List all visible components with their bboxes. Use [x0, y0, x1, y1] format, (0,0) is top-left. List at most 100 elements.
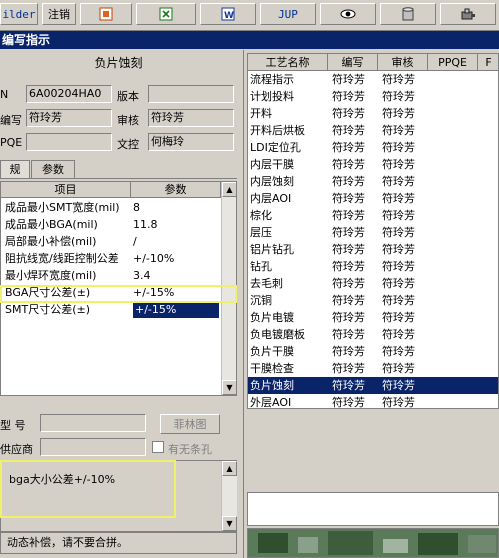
powerpoint-icon: [99, 7, 113, 21]
process-row[interactable]: 外层AOI 符玲芳 符玲芳: [248, 394, 498, 408]
param-value-cell[interactable]: /: [133, 233, 219, 250]
param-row[interactable]: 阻抗线宽/线距控制公差 +/-10%: [1, 250, 221, 267]
process-reviewer-cell: 符玲芳: [382, 362, 415, 375]
database-button[interactable]: [380, 3, 436, 25]
slot-hole-checkbox[interactable]: [152, 441, 164, 453]
ppqe-field[interactable]: [26, 133, 112, 151]
process-reviewer-cell: 符玲芳: [382, 260, 415, 273]
param-row[interactable]: 成品最小SMT宽度(mil) 8: [1, 199, 221, 216]
film-drawing-button[interactable]: 菲林图: [160, 414, 220, 434]
process-row[interactable]: LDI定位孔 符玲芳 符玲芳: [248, 139, 498, 156]
param-value-cell[interactable]: 8: [133, 199, 219, 216]
parameter-grid[interactable]: 项目 参数 成品最小SMT宽度(mil) 8 成品最小BGA(mil) 11.8 局部最…: [0, 181, 237, 396]
model-field[interactable]: [40, 414, 146, 432]
note-memo[interactable]: bga大小公差+/-10% ▲ ▼: [0, 460, 237, 532]
process-writer-cell: 符玲芳: [332, 243, 365, 256]
param-value-cell[interactable]: +/-15%: [133, 284, 219, 301]
writer-field[interactable]: 符玲芳: [26, 109, 112, 127]
process-row[interactable]: 内层蚀刻 符玲芳 符玲芳: [248, 173, 498, 190]
excel-button[interactable]: [136, 3, 196, 25]
excel-icon: [159, 7, 173, 21]
process-row[interactable]: 内层AOI 符玲芳 符玲芳: [248, 190, 498, 207]
supplier-field[interactable]: [40, 438, 146, 456]
tools-icon: [461, 8, 475, 20]
param-header-value[interactable]: 参数: [131, 182, 221, 198]
process-writer-cell: 符玲芳: [332, 345, 365, 358]
param-row[interactable]: 成品最小BGA(mil) 11.8: [1, 216, 221, 233]
process-header-f[interactable]: F: [478, 54, 498, 71]
param-value-cell[interactable]: +/-15%: [133, 301, 219, 318]
builder-button[interactable]: ilder: [0, 3, 38, 25]
process-row[interactable]: 沉铜 符玲芳 符玲芳: [248, 292, 498, 309]
process-name-cell: 沉铜: [250, 294, 272, 307]
process-row[interactable]: 开料 符玲芳 符玲芳: [248, 105, 498, 122]
process-header-writer[interactable]: 编写: [328, 54, 378, 71]
tools-button[interactable]: [440, 3, 496, 25]
process-writer-cell: 符玲芳: [332, 260, 365, 273]
process-header-reviewer[interactable]: 审核: [378, 54, 428, 71]
note-scroll-up-icon[interactable]: ▲: [222, 461, 237, 476]
param-row[interactable]: SMT尺寸公差(±) +/-15%: [1, 301, 221, 318]
process-row[interactable]: 钻孔 符玲芳 符玲芳: [248, 258, 498, 275]
process-reviewer-cell: 符玲芳: [382, 277, 415, 290]
process-grid[interactable]: 工艺名称 编写 审核 PPQE F 流程指示 符玲芳 符玲芳 计划投料 符玲芳 符玲芳 开料…: [247, 53, 499, 409]
process-name-cell: LDI定位孔: [250, 141, 301, 154]
process-row[interactable]: 负片电镀 符玲芳 符玲芳: [248, 309, 498, 326]
process-reviewer-cell: 符玲芳: [382, 141, 415, 154]
process-writer-cell: 符玲芳: [332, 209, 365, 222]
docctrl-field[interactable]: 何梅玲: [148, 133, 234, 151]
note-scrollbar[interactable]: ▲ ▼: [221, 461, 237, 531]
process-row[interactable]: 负电镀磨板 符玲芳 符玲芳: [248, 326, 498, 343]
param-row[interactable]: BGA尺寸公差(±) +/-15%: [1, 284, 221, 301]
process-name-cell: 内层AOI: [250, 192, 292, 205]
process-row[interactable]: 负片干膜 符玲芳 符玲芳: [248, 343, 498, 360]
cancel-button[interactable]: 注销: [42, 3, 76, 25]
param-item-cell: 最小焊环宽度(mil): [5, 269, 97, 282]
process-name-cell: 开料后烘板: [250, 124, 305, 137]
process-row[interactable]: 计划投料 符玲芳 符玲芳: [248, 88, 498, 105]
param-value-cell[interactable]: +/-10%: [133, 250, 219, 267]
process-row[interactable]: 铝片钻孔 符玲芳 符玲芳: [248, 241, 498, 258]
process-row[interactable]: 负片蚀刻 符玲芳 符玲芳: [248, 377, 498, 394]
param-row[interactable]: 最小焊环宽度(mil) 3.4: [1, 267, 221, 284]
process-reviewer-cell: 符玲芳: [382, 175, 415, 188]
process-reviewer-cell: 符玲芳: [382, 107, 415, 120]
right-text-field[interactable]: [247, 492, 499, 526]
jump-button[interactable]: JUP: [260, 3, 316, 25]
process-row[interactable]: 层压 符玲芳 符玲芳: [248, 224, 498, 241]
process-header-ppqe[interactable]: PPQE: [428, 54, 478, 71]
param-value-cell[interactable]: 11.8: [133, 216, 219, 233]
process-reviewer-cell: 符玲芳: [382, 345, 415, 358]
process-header-name[interactable]: 工艺名称: [248, 54, 328, 71]
left-panel: 负片蚀刻 N 6A00204HA0 版本 编写 符玲芳 审核 符玲芳 PQE 文…: [0, 50, 244, 558]
process-row[interactable]: 去毛刺 符玲芳 符玲芳: [248, 275, 498, 292]
supplier-label: 供应商: [0, 443, 33, 456]
param-value-cell[interactable]: 3.4: [133, 267, 219, 284]
version-field[interactable]: [148, 85, 234, 103]
process-reviewer-cell: 符玲芳: [382, 124, 415, 137]
process-name-cell: 负片干膜: [250, 345, 294, 358]
no-field[interactable]: 6A00204HA0: [26, 85, 112, 103]
word-button[interactable]: W: [200, 3, 256, 25]
view-button[interactable]: [320, 3, 376, 25]
param-scrollbar[interactable]: ▲ ▼: [221, 182, 236, 395]
tab-parameters[interactable]: 参数: [31, 160, 75, 178]
process-row[interactable]: 干膜检查 符玲芳 符玲芳: [248, 360, 498, 377]
param-row[interactable]: 局部最小补偿(mil) /: [1, 233, 221, 250]
param-header-item[interactable]: 项目: [1, 182, 131, 198]
reviewer-field[interactable]: 符玲芳: [148, 109, 234, 127]
window-title-text: 编写指示: [2, 33, 51, 47]
process-row[interactable]: 流程指示 符玲芳 符玲芳: [248, 71, 498, 88]
note-scroll-down-icon[interactable]: ▼: [222, 516, 237, 531]
scroll-up-icon[interactable]: ▲: [222, 182, 236, 197]
process-row[interactable]: 棕化 符玲芳 符玲芳: [248, 207, 498, 224]
scroll-down-icon[interactable]: ▼: [222, 380, 236, 395]
powerpoint-button[interactable]: [80, 3, 132, 25]
tab-spec[interactable]: 规: [0, 160, 30, 178]
process-writer-cell: 符玲芳: [332, 90, 365, 103]
process-row[interactable]: 开料后烘板 符玲芳 符玲芳: [248, 122, 498, 139]
process-name-cell: 去毛刺: [250, 277, 283, 290]
process-row[interactable]: 内层干膜 符玲芳 符玲芳: [248, 156, 498, 173]
tab-divider: [0, 178, 237, 179]
process-name-cell: 干膜检查: [250, 362, 294, 375]
